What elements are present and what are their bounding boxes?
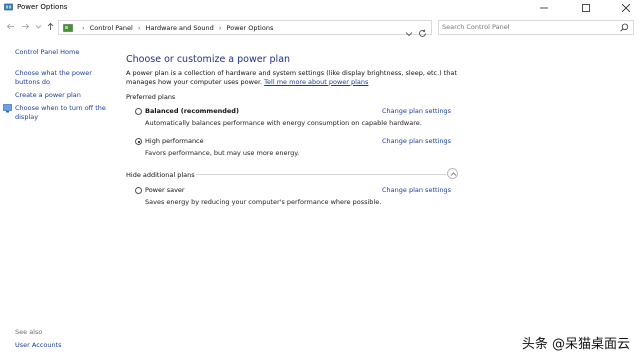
close-icon <box>622 4 630 12</box>
breadcrumb: › Control Panel › Hardware and Sound › P… <box>79 24 273 32</box>
up-arrow-icon <box>47 22 54 30</box>
plan-description-high-performance: Favors performance, but may use more ene… <box>145 149 300 157</box>
hide-additional-plans-heading[interactable]: Hide additional plans <box>126 171 195 179</box>
sidebar-link-create-plan[interactable]: Create a power plan <box>15 91 111 100</box>
maximize-icon <box>582 4 590 12</box>
refresh-icon <box>419 29 426 37</box>
radio-high-performance[interactable] <box>135 138 142 145</box>
close-button[interactable] <box>612 0 640 16</box>
minimize-icon <box>540 7 548 9</box>
search-icon[interactable] <box>620 23 629 32</box>
refresh-button[interactable] <box>418 23 427 42</box>
address-dropdown-button[interactable] <box>405 23 413 42</box>
chevron-down-icon <box>405 32 413 37</box>
preferred-plans-heading: Preferred plans <box>126 93 176 101</box>
page-description: A power plan is a collection of hardware… <box>126 69 466 86</box>
back-button[interactable] <box>6 22 15 35</box>
sidebar-link-power-buttons[interactable]: Choose what the power buttons do <box>15 69 111 87</box>
sidebar-link-control-panel-home[interactable]: Control Panel Home <box>15 48 111 57</box>
window-title: Power Options <box>17 3 68 11</box>
forward-button[interactable] <box>21 22 30 35</box>
plan-name-high-performance[interactable]: High performance <box>145 137 204 145</box>
breadcrumb-hardware-and-sound[interactable]: Hardware and Sound <box>146 24 214 32</box>
search-box[interactable] <box>438 20 634 35</box>
forward-arrow-icon <box>22 23 30 30</box>
power-options-icon <box>4 3 13 11</box>
change-plan-settings-power-saver[interactable]: Change plan settings <box>382 186 451 194</box>
change-plan-settings-balanced[interactable]: Change plan settings <box>382 107 451 115</box>
control-panel-icon <box>63 24 73 32</box>
display-shield-icon <box>3 104 12 113</box>
divider <box>196 174 446 175</box>
breadcrumb-separator-icon: › <box>82 24 85 32</box>
recent-locations-button[interactable] <box>35 22 42 35</box>
radio-balanced[interactable] <box>135 108 142 115</box>
breadcrumb-control-panel[interactable]: Control Panel <box>90 24 133 32</box>
chevron-up-icon <box>450 172 456 176</box>
breadcrumb-power-options[interactable]: Power Options <box>227 24 274 32</box>
plan-description-balanced: Automatically balances performance with … <box>145 119 422 127</box>
sidebar-link-user-accounts[interactable]: User Accounts <box>15 341 111 350</box>
page-title: Choose or customize a power plan <box>126 54 291 65</box>
collapse-button[interactable] <box>447 168 458 179</box>
back-arrow-icon <box>6 23 14 30</box>
navigation-bar: › Control Panel › Hardware and Sound › P… <box>0 19 640 37</box>
search-input[interactable] <box>442 23 612 31</box>
maximize-button[interactable] <box>572 0 600 16</box>
watermark: 头条 @呆猫桌面云 <box>521 337 630 352</box>
plan-name-balanced[interactable]: Balanced (recommended) <box>145 107 239 115</box>
up-button[interactable] <box>46 22 55 35</box>
plan-name-power-saver[interactable]: Power saver <box>145 186 185 194</box>
radio-power-saver[interactable] <box>135 187 142 194</box>
title-bar: Power Options <box>0 0 640 16</box>
minimize-button[interactable] <box>530 0 558 16</box>
sidebar: Control Panel Home Choose what the power… <box>0 40 118 360</box>
plan-description-power-saver: Saves energy by reducing your computer's… <box>145 198 382 206</box>
sidebar-link-display-off[interactable]: Choose when to turn off the display <box>15 104 111 122</box>
address-bar[interactable]: › Control Panel › Hardware and Sound › P… <box>58 20 432 37</box>
see-also-heading: See also <box>15 328 43 336</box>
change-plan-settings-high-performance[interactable]: Change plan settings <box>382 137 451 145</box>
breadcrumb-separator-icon[interactable]: › <box>138 24 141 32</box>
learn-more-link[interactable]: Tell me more about power plans <box>264 78 368 86</box>
breadcrumb-separator-icon[interactable]: › <box>219 24 222 32</box>
chevron-down-icon <box>35 25 42 29</box>
